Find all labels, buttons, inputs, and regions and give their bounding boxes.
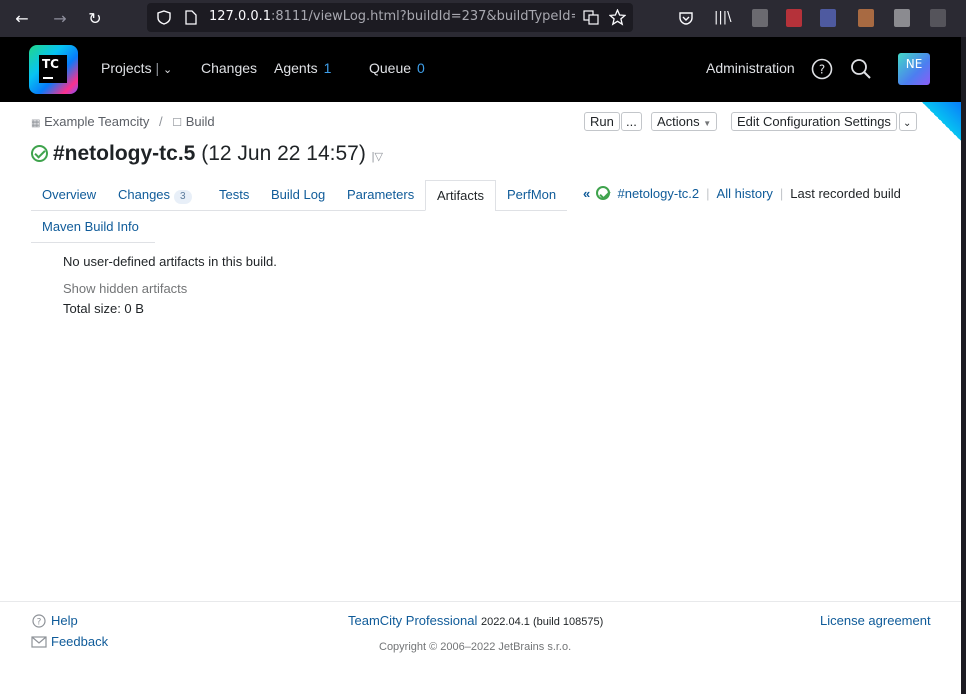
tab-divider (31, 210, 425, 211)
build-history-nav: « #netology-tc.2 | All history | Last record… (583, 186, 901, 201)
previous-build-icon[interactable]: « (583, 186, 590, 201)
search-icon[interactable] (850, 58, 872, 80)
pocket-icon[interactable] (678, 10, 694, 26)
address-bar[interactable]: 127.0.0.1:8111/viewLog.html?buildId=237&… (147, 3, 633, 32)
page-icon (185, 10, 197, 25)
tab-perfmon[interactable]: PerfMon (496, 180, 567, 211)
build-config-icon: ☐ (172, 117, 183, 129)
tab-parameters[interactable]: Parameters (336, 180, 425, 211)
page-title: #netology-tc.5 (12 Jun 22 14:57) |▽ (31, 142, 383, 166)
tab-divider (31, 242, 155, 243)
run-button[interactable]: Run (584, 112, 620, 131)
success-icon (31, 145, 48, 162)
window-edge (961, 37, 966, 694)
mail-icon (31, 636, 47, 648)
extension-icon[interactable] (786, 9, 802, 27)
breadcrumb-separator: / (158, 114, 163, 129)
previous-build-link[interactable]: #netology-tc.2 (617, 186, 699, 201)
edit-configuration-button[interactable]: Edit Configuration Settings (731, 112, 897, 131)
nav-administration[interactable]: Administration (706, 60, 795, 76)
queue-count: 0 (417, 60, 425, 76)
changes-count: 3 (174, 190, 192, 204)
tab-build-log[interactable]: Build Log (260, 180, 336, 211)
app-header: TC Projects | ⌄ Changes Agents 1 Queue 0 A… (0, 37, 961, 102)
all-history-link[interactable]: All history (717, 186, 773, 201)
footer-product: TeamCity Professional 2022.04.1 (build 1… (348, 613, 603, 628)
breadcrumb: ▦ Example Teamcity / ☐ Build (31, 114, 215, 129)
edit-configuration-dropdown[interactable]: ⌄ (899, 112, 917, 131)
nav-agents[interactable]: Agents 1 (274, 60, 331, 76)
caret-down-icon: ▼ (703, 119, 712, 128)
library-icon[interactable]: |||\ (714, 10, 732, 25)
avatar[interactable]: NE (898, 53, 930, 85)
product-link[interactable]: TeamCity Professional (348, 613, 477, 628)
logo-text: TC (42, 57, 59, 71)
star-icon[interactable] (609, 9, 626, 26)
build-menu-icon[interactable]: |▽ (372, 151, 383, 163)
footer-help-link[interactable]: Help (51, 613, 78, 628)
extension-icon[interactable] (858, 9, 874, 27)
extension-icon[interactable] (752, 9, 768, 27)
nav-queue[interactable]: Queue 0 (369, 60, 425, 76)
nav-projects[interactable]: Projects | ⌄ (101, 60, 172, 76)
footer-copyright: Copyright © 2006–2022 JetBrains s.r.o. (379, 641, 572, 653)
reload-icon[interactable]: ↻ (84, 8, 106, 30)
forward-icon[interactable]: → (49, 8, 71, 30)
extension-icon[interactable] (930, 9, 946, 27)
project-icon: ▦ (31, 118, 41, 129)
tab-overview[interactable]: Overview (31, 180, 107, 211)
build-date: (12 Jun 22 14:57) (201, 142, 366, 165)
shield-icon (157, 10, 171, 25)
chevron-down-icon[interactable]: ⌄ (163, 64, 172, 76)
footer-feedback-link[interactable]: Feedback (51, 634, 108, 649)
total-size: Total size: 0 B (63, 301, 144, 316)
success-icon (595, 186, 610, 200)
no-artifacts-message: No user-defined artifacts in this build. (63, 254, 277, 269)
run-more-button[interactable]: ... (621, 112, 642, 131)
main-content: ▦ Example Teamcity / ☐ Build Run ... Act… (0, 102, 961, 694)
browser-toolbar: ← → ↻ 127.0.0.1:8111/viewLog.html?buildI… (0, 0, 966, 37)
tab-maven-build-info[interactable]: Maven Build Info (31, 212, 150, 243)
last-recorded-build: Last recorded build (790, 186, 901, 201)
actions-button[interactable]: Actions ▼ (651, 112, 718, 131)
corner-ribbon[interactable] (922, 102, 961, 141)
show-hidden-artifacts-link[interactable]: Show hidden artifacts (63, 281, 187, 296)
teamcity-logo[interactable]: TC (29, 45, 78, 94)
back-icon[interactable]: ← (11, 8, 33, 30)
chevron-down-icon: ⌄ (903, 118, 912, 129)
breadcrumb-project[interactable]: Example Teamcity (44, 114, 149, 129)
tab-tests[interactable]: Tests (208, 180, 260, 211)
tab-changes[interactable]: Changes 3 (107, 180, 203, 211)
agents-count: 1 (323, 60, 332, 76)
url-text: 127.0.0.1:8111/viewLog.html?buildId=237&… (209, 9, 575, 24)
svg-text:?: ? (37, 618, 42, 628)
tab-divider (495, 210, 567, 211)
extension-icon[interactable] (894, 9, 910, 27)
tab-artifacts[interactable]: Artifacts (425, 180, 496, 211)
footer-divider (0, 601, 961, 602)
product-version: 2022.04.1 (build 108575) (480, 616, 604, 628)
svg-text:?: ? (819, 63, 825, 77)
build-number: #netology-tc.5 (53, 142, 196, 165)
extension-icon[interactable] (820, 9, 836, 27)
breadcrumb-config[interactable]: Build (186, 114, 215, 129)
help-icon[interactable]: ? (811, 58, 833, 80)
help-icon: ? (32, 614, 46, 628)
translate-icon[interactable] (583, 9, 599, 25)
nav-changes[interactable]: Changes (201, 60, 257, 76)
footer-license-link[interactable]: License agreement (820, 613, 931, 628)
